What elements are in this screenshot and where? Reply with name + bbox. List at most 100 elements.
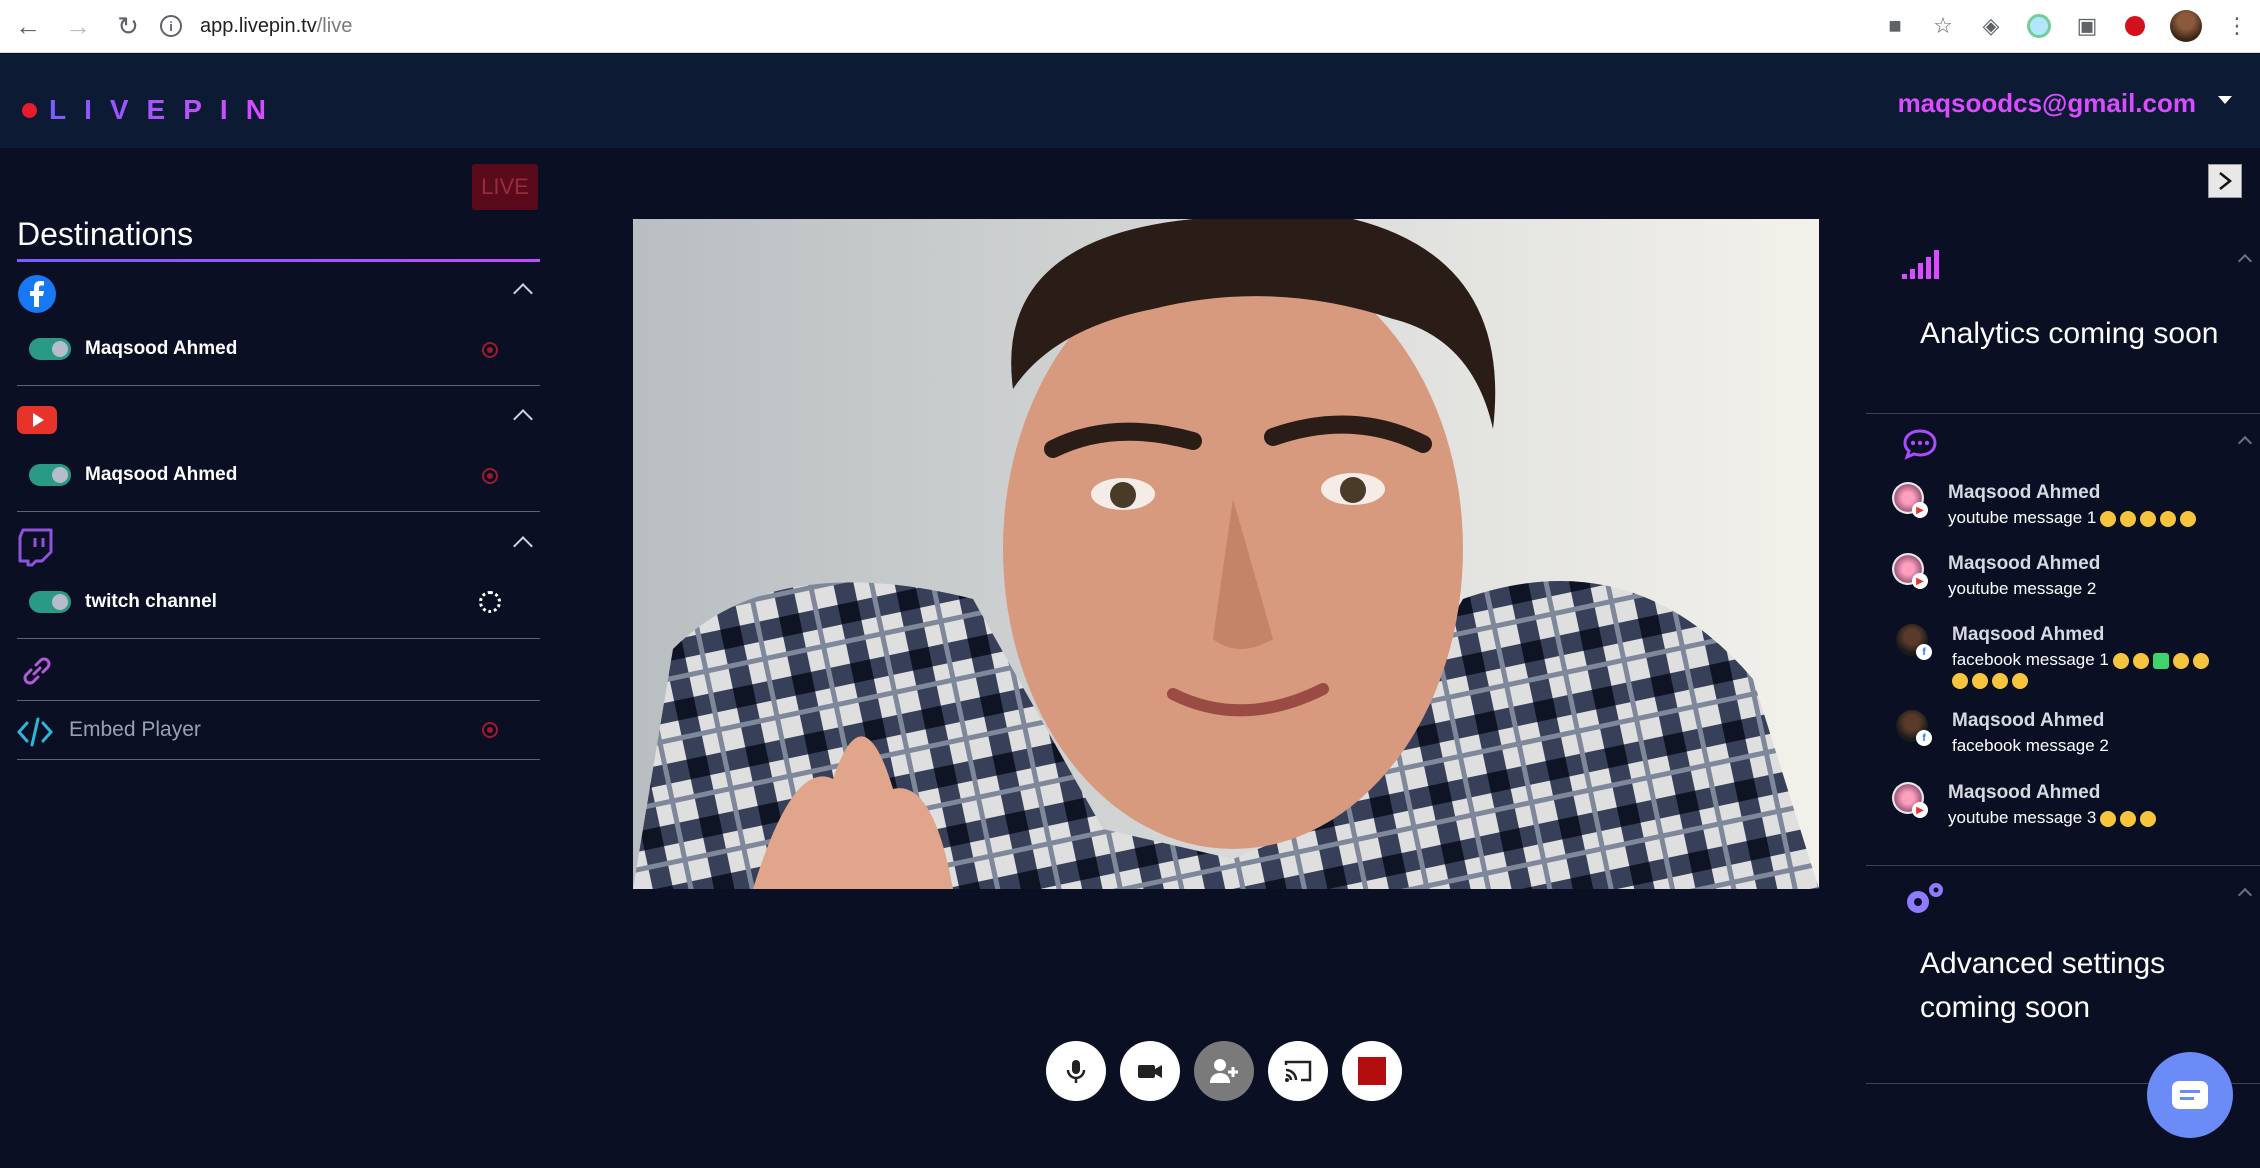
stream-controls bbox=[1046, 1041, 1402, 1101]
site-info-icon[interactable]: i bbox=[160, 15, 182, 37]
destination-row: twitch channel bbox=[17, 579, 540, 639]
chat-author: Maqsood Ahmed bbox=[1952, 710, 2105, 731]
analytics-placeholder: Analytics coming soon bbox=[1920, 317, 2219, 350]
camera-button[interactable] bbox=[1120, 1041, 1180, 1101]
facebook-icon: f bbox=[1916, 730, 1932, 746]
collapse-caret-icon[interactable] bbox=[513, 409, 533, 429]
forward-arrow-icon[interactable]: → bbox=[56, 4, 100, 48]
livepin-logo[interactable]: LIVEPIN bbox=[22, 94, 284, 126]
destination-toggle[interactable] bbox=[29, 591, 71, 613]
app-header: LIVEPIN maqsoodcs@gmail.com bbox=[0, 54, 2260, 148]
support-chat-button[interactable] bbox=[2147, 1052, 2233, 1138]
reload-icon[interactable]: ↻ bbox=[106, 4, 150, 48]
stop-icon bbox=[1358, 1057, 1386, 1085]
destination-toggle[interactable] bbox=[29, 338, 71, 360]
analytics-section: Analytics coming soon bbox=[1866, 232, 2260, 414]
destination-row: Maqsood Ahmed bbox=[17, 326, 540, 386]
emoji-icon bbox=[2012, 672, 2028, 689]
stream-status-icon[interactable] bbox=[482, 468, 498, 484]
stop-stream-button[interactable] bbox=[1342, 1041, 1402, 1101]
emoji-icon bbox=[2172, 652, 2189, 669]
chat-text: youtube message 2 bbox=[1948, 579, 2097, 598]
link-icon bbox=[17, 651, 57, 696]
emoji-icon bbox=[2100, 810, 2117, 827]
youtube-icon: ▶ bbox=[1912, 502, 1928, 518]
signal-bars-icon bbox=[1902, 248, 1940, 285]
user-email[interactable]: maqsoodcs@gmail.com bbox=[1898, 88, 2196, 119]
collapse-caret-icon[interactable] bbox=[513, 283, 533, 303]
twitch-icon bbox=[17, 527, 57, 567]
extension-red-dot-icon[interactable] bbox=[2122, 13, 2148, 39]
chat-section: ▶ Maqsood Ahmed youtube message 1 ▶ Maqs… bbox=[1866, 414, 2260, 866]
chat-author: Maqsood Ahmed bbox=[1952, 624, 2105, 645]
collapse-caret-icon[interactable] bbox=[2237, 887, 2253, 903]
destination-channel-name: Maqsood Ahmed bbox=[85, 338, 238, 359]
gears-icon bbox=[1902, 880, 1946, 925]
collapse-caret-icon[interactable] bbox=[513, 536, 533, 556]
microphone-button[interactable] bbox=[1046, 1041, 1106, 1101]
user-menu-caret-icon[interactable] bbox=[2218, 96, 2232, 104]
collapse-caret-icon[interactable] bbox=[2237, 435, 2253, 451]
bookmark-star-icon[interactable]: ☆ bbox=[1930, 13, 1956, 39]
destination-toggle[interactable] bbox=[29, 464, 71, 486]
youtube-icon bbox=[17, 400, 57, 440]
emoji-icon bbox=[2140, 810, 2157, 827]
extension-green-icon[interactable] bbox=[2026, 13, 2052, 39]
emoji-icon bbox=[2152, 652, 2169, 669]
code-icon bbox=[16, 714, 54, 755]
emoji-icon bbox=[2112, 652, 2129, 669]
destination-channel-name: twitch channel bbox=[85, 591, 217, 612]
embed-player-label: Embed Player bbox=[69, 718, 201, 741]
chat-bubble-icon bbox=[1902, 428, 1938, 465]
logo-dot-icon bbox=[22, 102, 37, 118]
destination-row: Maqsood Ahmed bbox=[17, 452, 540, 512]
camera-indicator-icon[interactable]: ■ bbox=[1882, 13, 1908, 39]
advanced-settings-section: Advanced settings coming soon bbox=[1866, 866, 2260, 1084]
stream-status-icon[interactable] bbox=[482, 342, 498, 358]
facebook-icon: f bbox=[1916, 644, 1932, 660]
emoji-icon bbox=[2140, 510, 2157, 527]
twitch-destination: twitch channel bbox=[17, 515, 540, 639]
emoji-icon bbox=[2120, 510, 2137, 527]
address-bar[interactable]: i app.livepin.tv/live bbox=[160, 8, 1860, 44]
chat-author: Maqsood Ahmed bbox=[1948, 553, 2101, 574]
add-user-icon bbox=[1210, 1059, 1238, 1083]
video-camera-icon bbox=[1138, 1065, 1162, 1078]
youtube-icon: ▶ bbox=[1912, 802, 1928, 818]
chat-author: Maqsood Ahmed bbox=[1948, 482, 2101, 503]
collapse-panel-button[interactable] bbox=[2208, 164, 2242, 198]
extension-icon[interactable]: ◈ bbox=[1978, 13, 2004, 39]
emoji-icon bbox=[1952, 672, 1968, 689]
collapse-caret-icon[interactable] bbox=[2237, 253, 2253, 269]
chat-author: Maqsood Ahmed bbox=[1948, 782, 2101, 803]
youtube-icon: ▶ bbox=[1912, 573, 1928, 589]
embed-player-row[interactable]: Embed Player bbox=[16, 702, 540, 760]
facebook-destination: Maqsood Ahmed bbox=[17, 262, 540, 386]
emoji-icon bbox=[2132, 652, 2149, 669]
emoji-icon bbox=[2180, 510, 2197, 527]
chevron-right-icon bbox=[2219, 172, 2233, 190]
url-text: app.livepin.tv/live bbox=[200, 14, 353, 37]
chat-text: youtube message 3 bbox=[1948, 808, 2157, 828]
chat-text: facebook message 1 bbox=[1952, 650, 2209, 690]
chat-text: facebook message 2 bbox=[1952, 736, 2109, 755]
extension-cube-icon[interactable]: ▣ bbox=[2074, 13, 2100, 39]
emoji-icon bbox=[2120, 810, 2137, 827]
cast-button[interactable] bbox=[1268, 1041, 1328, 1101]
stream-status-icon[interactable] bbox=[482, 722, 498, 738]
facebook-icon bbox=[17, 274, 57, 314]
profile-avatar[interactable] bbox=[2170, 10, 2202, 42]
advanced-settings-placeholder: Advanced settings coming soon bbox=[1920, 947, 2166, 1024]
emoji-icon bbox=[1972, 672, 1988, 689]
add-link-row[interactable] bbox=[17, 641, 540, 701]
emoji-icon bbox=[2160, 510, 2177, 527]
add-guest-button[interactable] bbox=[1194, 1041, 1254, 1101]
back-arrow-icon[interactable]: ← bbox=[6, 4, 50, 48]
loading-spinner-icon bbox=[479, 591, 501, 613]
live-badge: LIVE bbox=[472, 164, 538, 210]
emoji-icon bbox=[2100, 510, 2117, 527]
emoji-icon bbox=[1992, 672, 2008, 689]
youtube-destination: Maqsood Ahmed bbox=[17, 388, 540, 512]
menu-dots-icon[interactable]: ⋮ bbox=[2224, 13, 2250, 39]
chat-icon bbox=[2172, 1081, 2208, 1109]
